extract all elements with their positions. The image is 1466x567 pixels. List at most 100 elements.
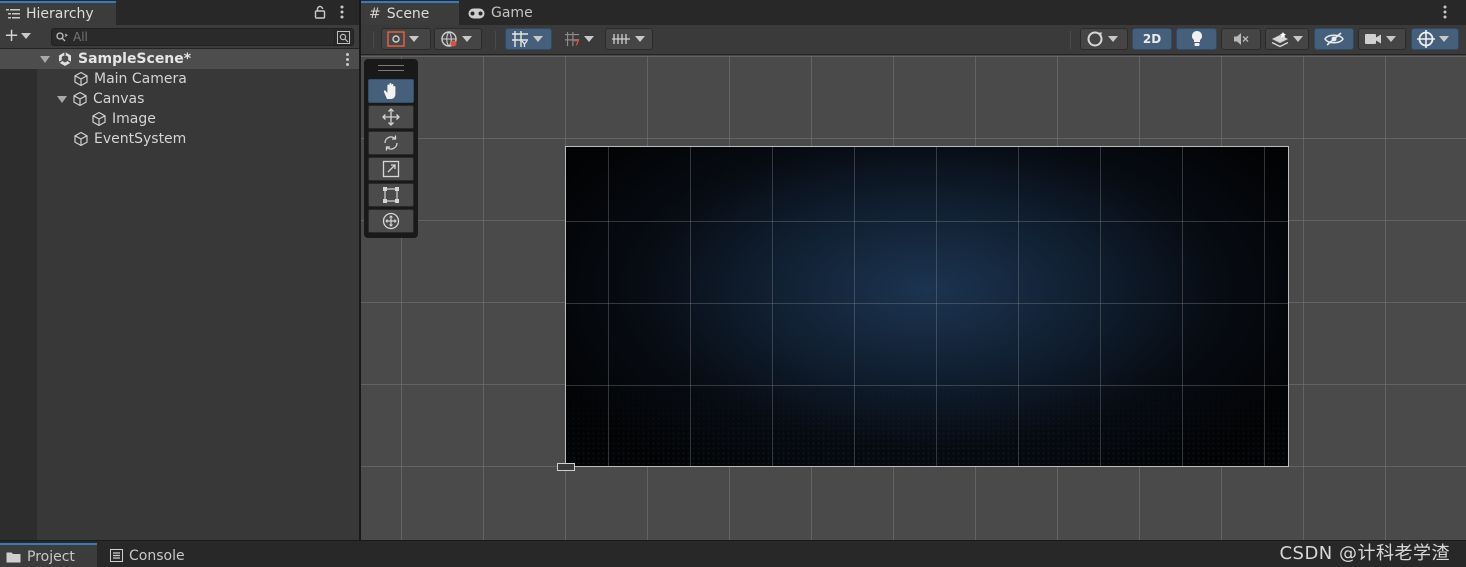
expand-arrow-icon[interactable] <box>57 95 67 103</box>
chevron-down-icon <box>584 36 594 42</box>
hierarchy-tabbar: Hierarchy <box>0 0 359 25</box>
rect-transform-icon <box>383 187 399 203</box>
scale-tool-button[interactable] <box>368 157 414 181</box>
tab-game[interactable]: Game <box>460 1 550 25</box>
rect-pivot-handle[interactable] <box>557 463 575 471</box>
gameobject-icon <box>73 91 87 107</box>
hand-tool-button[interactable] <box>368 79 414 103</box>
move-arrows-icon <box>382 108 400 126</box>
tab-console-label: Console <box>129 547 185 564</box>
rotate-tool-button[interactable] <box>368 131 414 155</box>
draw-mode-dropdown[interactable] <box>381 28 431 50</box>
2d-mode-toggle[interactable]: 2D <box>1132 28 1172 50</box>
tab-project-label: Project <box>27 548 75 565</box>
scene-visibility-toggle[interactable] <box>1314 28 1354 50</box>
lighting-toggle[interactable] <box>1176 28 1217 50</box>
hierarchy-toolbar: + <box>0 25 359 49</box>
hierarchy-item-main-camera[interactable]: Main Camera <box>73 69 187 89</box>
hierarchy-menu-icon[interactable] <box>334 3 350 21</box>
increment-snap-dropdown[interactable] <box>558 28 600 50</box>
gameobject-icon <box>74 131 88 147</box>
scene-toolbar: 2D <box>361 25 1466 55</box>
circle-refresh-icon <box>1087 31 1103 47</box>
hierarchy-item-canvas[interactable]: Canvas <box>57 89 144 109</box>
hierarchy-gutter <box>0 69 37 540</box>
csdn-watermark: CSDN @计科老学渣 <box>1279 543 1450 564</box>
shaded-mode-icon <box>387 31 405 47</box>
folder-icon <box>6 552 21 562</box>
grid-snap-icon <box>512 31 528 47</box>
grid-ruler-icon <box>612 34 630 44</box>
globe-icon <box>441 31 457 47</box>
chevron-down-icon <box>462 36 472 42</box>
gizmos-dropdown[interactable] <box>1411 28 1459 50</box>
scene-tabbar: # Scene Game <box>361 0 1466 25</box>
video-camera-icon <box>1365 34 1381 44</box>
hierarchy-item-label: Canvas <box>93 91 145 107</box>
hierarchy-item-eventsystem[interactable]: EventSystem <box>73 129 186 149</box>
layers-effects-icon <box>1271 32 1289 48</box>
eye-hidden-icon <box>1324 32 1344 46</box>
chevron-down-icon <box>409 36 419 42</box>
gameobject-icon <box>92 111 106 127</box>
scene-panel: # Scene Game 2D <box>361 0 1466 540</box>
tab-project[interactable]: Project <box>0 543 97 567</box>
gizmo-crosshair-icon <box>1417 30 1435 48</box>
orientation-gizmo-dropdown[interactable] <box>1080 28 1128 50</box>
scene-name: SampleScene* <box>78 51 192 67</box>
shading-dropdown[interactable] <box>434 28 482 50</box>
lightbulb-icon <box>1191 31 1202 46</box>
search-scene-button[interactable] <box>334 29 352 45</box>
chevron-down-icon <box>1386 36 1396 42</box>
grid-visibility-dropdown[interactable] <box>605 28 653 50</box>
speaker-muted-icon <box>1234 33 1249 45</box>
canvas-image-preview[interactable] <box>565 146 1289 467</box>
chevron-down-icon <box>533 36 543 42</box>
scene-root-row[interactable]: SampleScene* <box>0 49 359 69</box>
tab-console[interactable]: Console <box>104 543 191 567</box>
unity-editor: Hierarchy + S <box>0 0 1466 567</box>
move-tool-button[interactable] <box>368 105 414 129</box>
hierarchy-list-icon <box>6 9 20 19</box>
create-dropdown-button[interactable]: + <box>4 27 32 45</box>
expand-arrow-icon[interactable] <box>40 55 50 63</box>
hierarchy-item-image[interactable]: Image <box>91 109 156 129</box>
scene-menu-icon[interactable] <box>346 51 349 67</box>
transform-all-icon <box>382 212 400 230</box>
grid-snapping-toggle[interactable] <box>505 28 552 50</box>
toolbar-separator <box>373 31 374 49</box>
drag-grip-icon[interactable] <box>378 65 404 71</box>
scale-icon <box>382 160 400 178</box>
hand-icon <box>383 83 396 99</box>
scene-camera-dropdown[interactable] <box>1358 28 1406 50</box>
lock-icon[interactable] <box>312 3 328 21</box>
gamepad-icon <box>468 8 485 18</box>
chevron-down-icon <box>1439 36 1449 42</box>
tab-scene[interactable]: # Scene <box>361 1 459 25</box>
hierarchy-search[interactable] <box>51 28 354 46</box>
scene-viewport[interactable] <box>361 56 1466 540</box>
hierarchy-item-label: Main Camera <box>94 71 187 87</box>
canvas-particle-floor <box>566 376 1288 466</box>
toolbar-separator <box>1070 31 1071 49</box>
audio-toggle[interactable] <box>1221 28 1261 50</box>
tab-hierarchy[interactable]: Hierarchy <box>0 1 116 25</box>
chevron-down-icon <box>1108 36 1118 42</box>
tab-scene-label: Scene <box>386 6 430 22</box>
effects-dropdown[interactable] <box>1265 28 1309 50</box>
hierarchy-item-label: EventSystem <box>94 131 187 147</box>
chevron-down-icon <box>635 36 645 42</box>
transform-tool-button[interactable] <box>368 209 414 233</box>
tools-overlay <box>364 59 418 238</box>
scene-menu-icon[interactable] <box>1437 3 1453 21</box>
gameobject-icon <box>74 71 88 87</box>
hierarchy-item-label: Image <box>112 111 156 127</box>
search-input[interactable] <box>73 30 323 44</box>
tab-game-label: Game <box>491 5 533 21</box>
bottom-tabbar: Project Console CSDN @计科老学渣 <box>0 540 1466 567</box>
unity-scene-icon <box>58 52 72 66</box>
search-icon <box>56 32 68 42</box>
chevron-down-icon <box>1293 36 1303 42</box>
rect-tool-button[interactable] <box>368 183 414 207</box>
toolbar-separator <box>495 31 496 49</box>
